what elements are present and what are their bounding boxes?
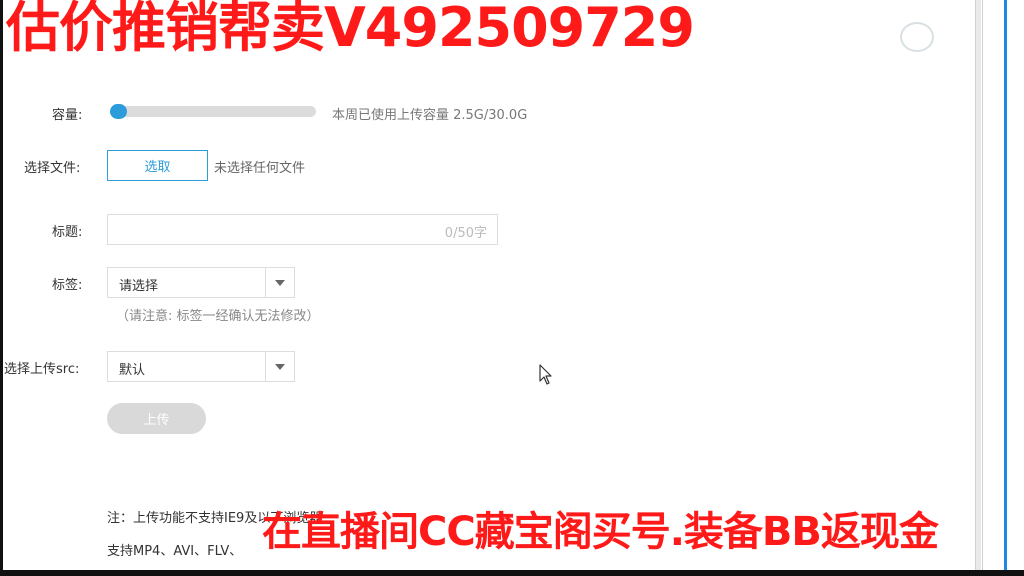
side-panel: [982, 0, 1024, 576]
src-label: 选择上传src:: [4, 362, 80, 377]
capacity-label: 容量:: [52, 108, 83, 123]
watermark-logo-icon: [900, 22, 934, 52]
choose-file-button[interactable]: 选取: [107, 150, 208, 181]
title-label: 标题:: [52, 225, 83, 240]
title-char-counter: 0/50字: [444, 226, 487, 241]
tags-select[interactable]: 请选择: [107, 267, 295, 298]
file-status-text: 未选择任何文件: [214, 161, 306, 176]
select-divider: [265, 268, 266, 297]
src-select[interactable]: 默认: [107, 351, 295, 382]
window-left-edge: [0, 0, 3, 576]
format-support-note: 支持MP4、AVI、FLV、: [107, 544, 243, 559]
select-divider: [265, 352, 266, 381]
src-selected-value: 默认: [119, 363, 146, 378]
tags-hint: （请注意: 标签一经确认无法修改）: [116, 309, 320, 324]
caret-down-icon: [275, 364, 285, 370]
file-label: 选择文件:: [24, 161, 81, 176]
caret-down-icon: [275, 280, 285, 286]
arrow-cursor-icon: [539, 364, 552, 385]
watermark-bottom-text: 在直播间CC藏宝阁买号.装备BB返现金: [262, 509, 939, 555]
side-panel-accent: [1004, 0, 1007, 576]
capacity-usage-text: 本周已使用上传容量 2.5G/30.0G: [332, 108, 528, 123]
tags-selected-value: 请选择: [119, 279, 159, 294]
window-bottom-edge: [0, 570, 1024, 576]
capacity-progress-fill: [110, 104, 127, 119]
vertical-scrollbar[interactable]: [975, 0, 981, 576]
tags-label: 标签:: [52, 278, 83, 293]
capacity-progress-bar: [110, 104, 316, 119]
watermark-top-text: 估价推销帮卖V492509729: [6, 0, 695, 59]
upload-button[interactable]: 上传: [107, 403, 206, 434]
title-input[interactable]: 0/50字: [107, 214, 498, 245]
